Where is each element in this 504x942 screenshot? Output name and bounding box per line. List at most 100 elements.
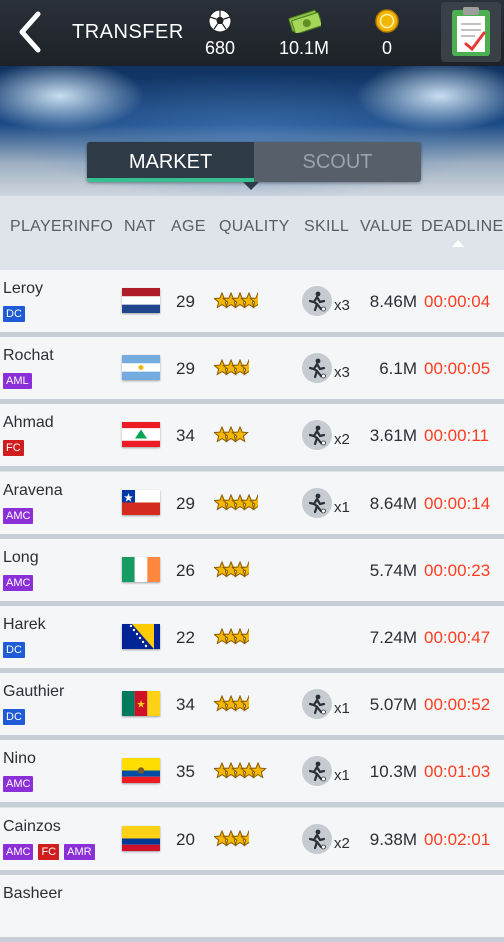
skill-multiplier: x1 xyxy=(334,767,350,785)
quality-stars-icon xyxy=(213,627,259,646)
position-badge: DC xyxy=(3,306,25,322)
tab-bar: MARKET SCOUT xyxy=(87,142,421,182)
position-badge: AMC xyxy=(3,574,34,591)
player-age: 29 xyxy=(176,292,195,311)
col-playerinfo[interactable]: PLAYERINFO xyxy=(10,218,113,236)
page-title: TRANSFER xyxy=(72,21,184,43)
skill-player-icon xyxy=(302,756,332,787)
quality-stars-icon xyxy=(213,694,259,713)
player-row[interactable]: Nino AMC 35 x1 10.3M 00:01:03 xyxy=(0,740,504,808)
player-value: 5.74M xyxy=(369,560,417,580)
balls-stat: 680 xyxy=(180,8,260,59)
player-name: Leroy xyxy=(3,280,44,297)
skill-indicator: x3 xyxy=(302,353,350,384)
player-age: 29 xyxy=(176,493,195,513)
flag-cameroon-icon xyxy=(122,691,160,717)
position-badges: DC xyxy=(3,709,25,726)
skill-multiplier: x1 xyxy=(334,498,350,516)
flag-bosnia-icon xyxy=(122,624,160,649)
player-value: 10.3M xyxy=(369,762,417,782)
deadline-timer: 00:00:14 xyxy=(424,493,491,513)
tab-market[interactable]: MARKET xyxy=(87,142,254,182)
deadline-timer: 00:00:52 xyxy=(424,695,491,715)
skill-multiplier: x3 xyxy=(334,364,350,382)
skill-player-icon xyxy=(302,689,332,720)
deadline-timer: 00:00:05 xyxy=(424,359,491,379)
col-value[interactable]: VALUE xyxy=(360,218,413,236)
player-age: 29 xyxy=(176,359,195,379)
col-quality[interactable]: QUALITY xyxy=(219,218,290,236)
skill-indicator: x2 xyxy=(302,823,350,854)
position-badges: AMC xyxy=(3,507,34,524)
position-badges: AMC FC AMR xyxy=(3,843,95,860)
position-badge: AML xyxy=(3,373,32,390)
flag-chile-icon xyxy=(122,489,160,515)
position-badge: FC xyxy=(3,440,24,457)
position-badges: AML xyxy=(3,373,32,390)
skill-player-icon xyxy=(302,823,332,854)
col-nat[interactable]: NAT xyxy=(124,218,156,236)
quality-stars-icon xyxy=(213,426,250,444)
clipboard-button[interactable] xyxy=(441,2,501,62)
player-age: 34 xyxy=(176,695,195,715)
player-row[interactable]: Rochat AML 29 x3 6.1M 00:00:05 xyxy=(0,337,504,405)
back-arrow-icon xyxy=(19,11,41,53)
player-name: Ahmad xyxy=(3,414,54,432)
skill-player-icon xyxy=(302,420,332,451)
tab-scout[interactable]: SCOUT xyxy=(254,142,421,182)
quality-stars-icon xyxy=(213,762,268,780)
coins-count: 0 xyxy=(381,38,392,58)
cash-icon xyxy=(288,9,321,33)
player-row[interactable]: Leroy DC 29 x3 8.46M 00:00:04 xyxy=(0,270,504,337)
player-value: 7.24M xyxy=(369,628,417,647)
position-badges: AMC xyxy=(3,776,34,793)
skill-indicator: x1 xyxy=(302,487,350,518)
skill-multiplier: x2 xyxy=(334,431,350,449)
player-name: Gauthier xyxy=(3,683,65,701)
player-row[interactable]: Long AMC 26 5.74M 00:00:23 xyxy=(0,538,504,606)
player-value: 3.61M xyxy=(369,426,417,446)
deadline-timer: 00:00:23 xyxy=(424,560,491,580)
active-tab-pointer xyxy=(243,182,259,190)
deadline-timer: 00:02:01 xyxy=(424,829,491,849)
skill-player-icon xyxy=(302,286,332,316)
player-row[interactable]: Ahmad FC 34 x2 3.61M 00:00:11 xyxy=(0,404,504,472)
player-row[interactable]: Aravena AMC 29 x1 8.64M 00:00:14 xyxy=(0,471,504,539)
player-age: 22 xyxy=(176,628,195,647)
player-value: 9.38M xyxy=(369,829,417,849)
position-badge: AMC xyxy=(3,843,34,860)
quality-stars-icon xyxy=(213,829,259,848)
player-value: 5.07M xyxy=(369,695,417,715)
player-value: 8.64M xyxy=(369,493,417,513)
position-badge: AMR xyxy=(64,843,95,860)
player-name: Aravena xyxy=(3,481,63,499)
skill-multiplier: x1 xyxy=(334,700,350,718)
skill-multiplier: x3 xyxy=(334,297,350,314)
player-row[interactable]: Cainzos AMC FC AMR 20 x2 9.38M 00:02:01 xyxy=(0,807,504,875)
player-name: Nino xyxy=(3,750,36,768)
col-deadline[interactable]: DEADLINE xyxy=(421,218,503,236)
position-badges: DC xyxy=(3,306,25,322)
player-row[interactable]: Harek DC 22 7.24M 00:00:47 xyxy=(0,606,504,673)
col-age[interactable]: AGE xyxy=(171,218,206,236)
player-row[interactable]: Gauthier DC 34 x1 5.07M 00:00:52 xyxy=(0,673,504,741)
player-name: Basheer xyxy=(3,884,63,902)
quality-stars-icon xyxy=(213,358,259,377)
deadline-timer: 00:00:47 xyxy=(424,628,491,647)
position-badges: FC xyxy=(3,440,24,457)
player-age: 26 xyxy=(176,560,195,580)
skill-multiplier: x2 xyxy=(334,834,350,852)
col-skill[interactable]: SKILL xyxy=(304,218,349,236)
player-name: Rochat xyxy=(3,347,54,365)
coins-stat: 0 xyxy=(347,8,427,59)
player-age: 20 xyxy=(176,829,195,849)
position-badge: FC xyxy=(38,843,60,860)
soccer-ball-icon xyxy=(208,9,232,33)
deadline-timer: 00:00:11 xyxy=(424,426,489,446)
back-button[interactable] xyxy=(12,10,52,54)
player-value: 6.1M xyxy=(379,359,417,379)
cash-amount: 10.1M xyxy=(278,38,330,58)
skill-player-icon xyxy=(302,353,332,384)
player-row[interactable]: Basheer xyxy=(0,874,504,942)
skill-indicator: x1 xyxy=(302,756,350,787)
